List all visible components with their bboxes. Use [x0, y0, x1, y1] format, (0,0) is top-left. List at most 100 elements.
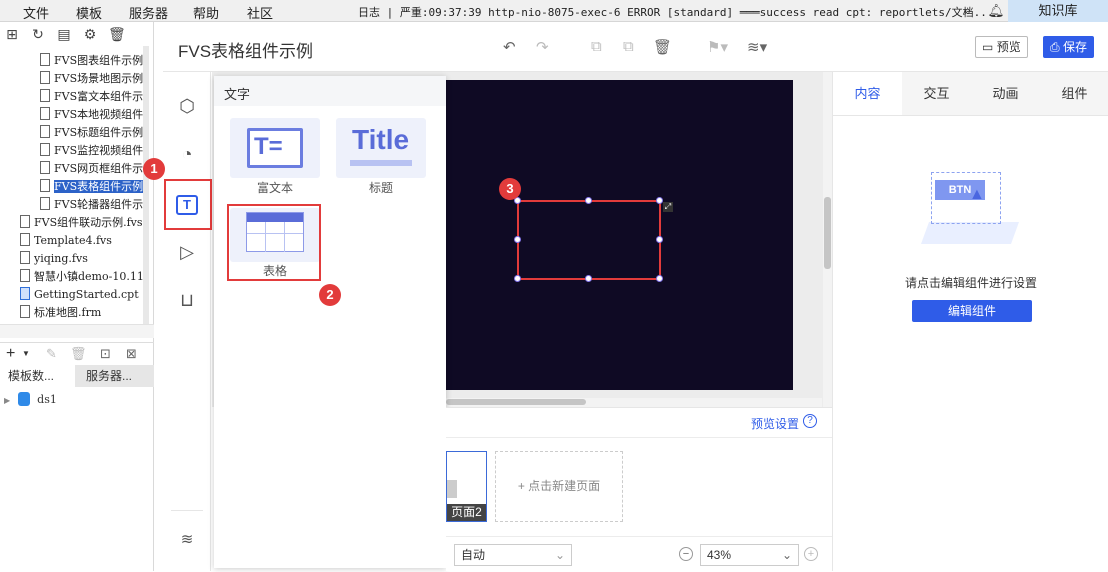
chevron-down-icon: ⌄	[781, 548, 792, 562]
tree-scrollbar[interactable]	[143, 46, 149, 336]
menu-file[interactable]: 文件	[23, 3, 49, 22]
tree-item[interactable]: 标准地图.frm	[20, 304, 143, 321]
delete-icon[interactable]: 🗑︎	[108, 26, 126, 42]
view-icon[interactable]: ▤	[56, 26, 72, 42]
expand-icon[interactable]: ⤢	[663, 202, 673, 212]
plus-icon: +	[517, 479, 525, 493]
tree-item[interactable]: FVS组件联动示例.fvs	[20, 214, 143, 231]
bottom-toolbar: 自动 ⌄ − 43% ⌄ +	[446, 536, 832, 572]
log-line[interactable]: 日志 | 严重:09:37:39 http-nio-8075-exec-6 ER…	[358, 4, 994, 20]
title-card[interactable]: Title	[336, 118, 426, 178]
tab-interaction[interactable]: 交互	[902, 72, 971, 116]
menu-bar: 文件 模板 服务器 帮助 社区 日志 | 严重:09:37:39 http-ni…	[0, 0, 1108, 22]
delete-icon[interactable]: 🗑︎	[70, 346, 87, 362]
menu-server[interactable]: 服务器	[129, 3, 168, 22]
database-icon	[17, 392, 30, 406]
menu-template[interactable]: 模板	[76, 3, 102, 22]
resize-handle[interactable]	[585, 275, 592, 282]
illustration-base	[920, 222, 1020, 244]
edit-component-button[interactable]: 编辑组件	[912, 300, 1032, 322]
tree-item[interactable]: FVS网页框组件示	[40, 160, 143, 177]
v-scrollbar[interactable]	[823, 72, 832, 407]
page-thumbnail-2[interactable]: 页面2	[446, 451, 487, 522]
add-icon[interactable]: +	[6, 345, 15, 363]
tab-content[interactable]: 内容	[833, 72, 902, 116]
divider	[171, 510, 203, 511]
search-icon[interactable]: ⌕	[964, 3, 971, 19]
preview-data-icon[interactable]: ⊡	[100, 346, 111, 362]
save-button[interactable]: ⎙ 保存	[1043, 36, 1094, 58]
tree-item[interactable]: Template4.fvs	[20, 232, 143, 249]
bell-icon[interactable]: 🔔︎	[988, 3, 1005, 19]
thumbnail-preview	[447, 480, 457, 498]
tab-server-data[interactable]: 服务器...	[78, 365, 154, 387]
tree-item[interactable]: FVS图表组件示例	[40, 52, 143, 69]
text-component-popup: 文字 T= 富文本 Title 标题 表格	[214, 76, 446, 568]
tree-item[interactable]: GettingStarted.cpt	[20, 286, 143, 303]
chevron-down-icon[interactable]: ▼	[22, 349, 30, 358]
h-canvas-scrollbar[interactable]	[446, 398, 822, 407]
editor-header: FVS表格组件示例 ↶ ↷ ⧉ ⧉ 🗑︎ ⚑▾ ≋▾ ▭ 预览 ⎙ 保存	[163, 22, 1108, 72]
inbox-icon[interactable]: ⊔	[171, 284, 203, 316]
tree-item[interactable]: FVS监控视频组件	[40, 142, 143, 159]
tree-item[interactable]: FVS富文本组件示	[40, 88, 143, 105]
chevron-down-icon: ⌄	[554, 548, 565, 562]
zoom-out-icon[interactable]: −	[679, 547, 693, 561]
resize-handle[interactable]	[585, 197, 592, 204]
trash-icon[interactable]: 🗑︎	[653, 38, 672, 56]
tree-item-selected[interactable]: FVS表格组件示例	[40, 178, 143, 195]
tab-component[interactable]: 组件	[1040, 72, 1108, 116]
rich-text-icon: T=	[247, 128, 303, 168]
page-label: 页面2	[447, 504, 486, 521]
tree-item[interactable]: yiqing.fvs	[20, 250, 143, 267]
preview-settings-link[interactable]: 预览设置	[751, 415, 799, 432]
h-canvas-scrollbar-thumb[interactable]	[446, 399, 586, 405]
refresh-icon[interactable]: ↻	[30, 26, 46, 42]
menu-help[interactable]: 帮助	[193, 3, 219, 22]
tree-item[interactable]: FVS标题组件示例	[40, 124, 143, 141]
new-page-button[interactable]: + 点击新建页面	[495, 451, 623, 522]
help-icon[interactable]: ?	[803, 414, 817, 428]
new-folder-icon[interactable]: ⊞	[4, 26, 20, 42]
datasource-item[interactable]: ▶ ds1	[4, 392, 57, 408]
redo-icon[interactable]: ↷	[536, 38, 549, 56]
zoom-in-icon[interactable]: +	[804, 547, 818, 561]
v-scrollbar-thumb[interactable]	[824, 197, 831, 269]
tree-item[interactable]: 智慧小镇demo-10.11	[20, 268, 143, 285]
title-label: 标题	[368, 181, 393, 195]
tab-animation[interactable]: 动画	[971, 72, 1040, 116]
paste-icon[interactable]: ⧉	[623, 38, 634, 55]
resize-handle[interactable]	[514, 236, 521, 243]
preview-button[interactable]: ▭ 预览	[975, 36, 1028, 58]
layer-icon[interactable]: ≋▾	[747, 38, 767, 56]
resize-handle[interactable]	[656, 236, 663, 243]
tree-item[interactable]: FVS本地视频组件	[40, 106, 143, 123]
media-icon[interactable]: ▷	[171, 236, 203, 268]
tree-item[interactable]: FVS轮播器组件示	[40, 196, 143, 213]
popup-title: 文字	[224, 87, 251, 102]
settings-icon[interactable]: ⚙	[82, 26, 98, 42]
resize-handle[interactable]	[656, 197, 663, 204]
server-data-icon[interactable]: ⊠	[126, 346, 137, 362]
tree-item[interactable]: FVS场景地图示例	[40, 70, 143, 87]
resize-handle[interactable]	[514, 275, 521, 282]
undo-icon[interactable]: ↶	[503, 38, 516, 56]
align-icon[interactable]: ⚑▾	[707, 38, 728, 56]
cube-icon[interactable]: ⬡	[171, 90, 203, 122]
resize-handle[interactable]	[656, 275, 663, 282]
fit-select[interactable]: 自动 ⌄	[454, 544, 572, 566]
copy-icon[interactable]: ⧉	[591, 38, 602, 55]
zoom-select[interactable]: 43% ⌄	[700, 544, 799, 566]
knowledge-base-button[interactable]: 知识库	[1008, 0, 1108, 22]
chevron-right-icon: ▶	[4, 396, 11, 405]
tab-template-data[interactable]: 模板数...	[0, 365, 75, 387]
file-icon	[40, 71, 50, 84]
chart-pie-icon[interactable]: ◔	[171, 138, 203, 170]
layers-icon[interactable]: ≋	[171, 524, 203, 556]
edit-icon[interactable]: ✎	[46, 346, 57, 362]
rich-text-card[interactable]: T=	[230, 118, 320, 178]
edit-hint: 请点击编辑组件进行设置	[904, 276, 1037, 290]
menu-community[interactable]: 社区	[247, 3, 273, 22]
selected-component-frame[interactable]	[517, 200, 661, 280]
h-scrollbar[interactable]	[0, 324, 154, 338]
